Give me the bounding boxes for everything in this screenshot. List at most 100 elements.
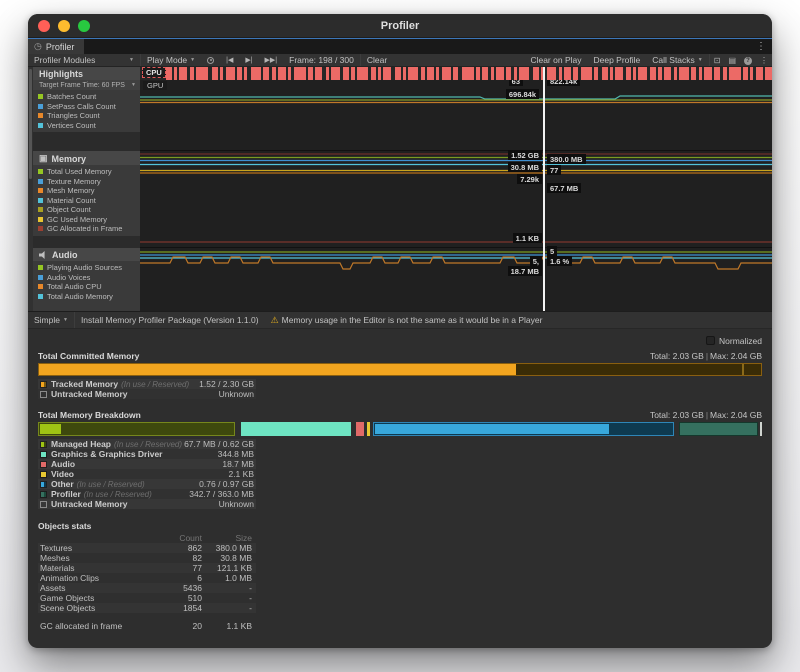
module-title: Audio (52, 250, 78, 260)
breakdown-title: Total Memory Breakdown (38, 410, 141, 420)
chart-value-label: 67.7 MB (547, 183, 581, 193)
series-color-chip (38, 179, 43, 184)
segment-graphics[interactable] (241, 422, 351, 436)
table-row: Textures862380.0 MB (38, 543, 256, 553)
series-color-chip (38, 294, 43, 299)
chart-value-label: 696.84k (506, 89, 539, 99)
gc-allocated-row: GC allocated in frame201.1 KB (38, 621, 256, 631)
normalized-label[interactable]: Normalized (719, 336, 762, 346)
legend-row: Profiler (In use / Reserved) 342.7 / 363… (38, 489, 256, 499)
audio-chip (40, 461, 47, 468)
profiler-chart[interactable]: CPU GPU 63 822.14k 696.84k 1.52 GB 380.0… (140, 67, 772, 311)
legend-item[interactable]: GC Allocated in Frame (38, 224, 140, 234)
module-audio[interactable]: Audio Playing Audio Sources Audio Voices… (33, 248, 140, 311)
chart-series-lines (140, 67, 772, 311)
chart-value-label: 30.8 MB (508, 162, 542, 172)
series-color-chip (38, 284, 43, 289)
deep-profile-toggle[interactable]: Deep Profile (587, 54, 646, 66)
gpu-track-label[interactable]: GPU (143, 81, 167, 90)
warning-icon: ⚠ (271, 315, 279, 326)
segment-managed-heap[interactable] (38, 422, 235, 436)
chart-area: Highlights Target Frame Time: 60 FPS ▼ B… (28, 67, 772, 311)
clear-button[interactable]: Clear (361, 54, 393, 66)
profiler-modules-dropdown[interactable]: Profiler Modules ▼ (28, 54, 140, 66)
clear-on-play-toggle[interactable]: Clear on Play (524, 54, 587, 66)
memory-detail-toolbar: Simple ▼ Install Memory Profiler Package… (28, 311, 772, 329)
series-color-chip (38, 226, 43, 231)
breakdown-totals: Total: 2.03 GB|Max: 2.04 GB (650, 410, 762, 420)
tab-label: Profiler (46, 42, 75, 52)
legend-item[interactable]: Triangles Count (38, 111, 140, 121)
legend-item[interactable]: Texture Memory (38, 177, 140, 187)
breakdown-legend: Managed Heap (In use / Reserved) 67.7 MB… (38, 439, 256, 509)
legend-item[interactable]: Vertices Count (38, 121, 140, 131)
segment-video[interactable] (367, 422, 370, 436)
install-memory-profiler-button[interactable]: Install Memory Profiler Package (Version… (75, 312, 265, 328)
cpu-frame-strip[interactable] (140, 67, 772, 80)
series-color-chip (38, 123, 43, 128)
profiler-window: Profiler ◷ Profiler ⋮ Profiler Modules ▼… (28, 14, 772, 648)
frame-playhead[interactable] (543, 67, 545, 311)
audio-module-icon (39, 251, 48, 259)
chart-value-label: 18.7 MB (508, 266, 542, 276)
legend-item[interactable]: SetPass Calls Count (38, 102, 140, 112)
play-mode-dropdown[interactable]: Play Mode ▼ (141, 54, 201, 66)
normalized-checkbox[interactable] (706, 336, 715, 345)
module-highlights[interactable]: Highlights Target Frame Time: 60 FPS ▼ B… (33, 67, 140, 132)
segment-other[interactable] (373, 422, 674, 436)
segment-profiler[interactable] (679, 422, 757, 436)
segment-audio[interactable] (356, 422, 364, 436)
legend-row: Untracked Memory Unknown (38, 389, 256, 399)
cpu-track-label[interactable]: CPU (142, 67, 166, 78)
legend-item[interactable]: Audio Voices (38, 273, 140, 283)
help-icon[interactable]: ? (740, 55, 756, 65)
legend-item[interactable]: Total Audio CPU (38, 282, 140, 292)
legend-item[interactable]: GC Used Memory (38, 215, 140, 225)
managed-heap-chip (40, 441, 47, 448)
profiler-toolbar: Profiler Modules ▼ Play Mode ▼ |◀ ▶| ▶▶|… (28, 54, 772, 67)
target-frame-time-dropdown[interactable]: Target Frame Time: 60 FPS ▼ (33, 80, 140, 90)
series-color-chip (38, 265, 43, 270)
call-stacks-dropdown[interactable]: Call Stacks ▼ (646, 54, 708, 66)
committed-title: Total Committed Memory (38, 351, 139, 361)
tab-menu-icon[interactable]: ⋮ (756, 41, 766, 52)
series-color-chip (38, 94, 43, 99)
series-color-chip (38, 169, 43, 174)
legend-item[interactable]: Total Audio Memory (38, 292, 140, 302)
track-separator (140, 247, 772, 248)
load-profile-icon[interactable]: ⊡ (710, 56, 725, 65)
legend-item[interactable]: Total Used Memory (38, 167, 140, 177)
record-icon (207, 57, 214, 64)
legend-item[interactable]: Material Count (38, 196, 140, 206)
other-chip (40, 481, 47, 488)
legend-item[interactable]: Object Count (38, 205, 140, 215)
detail-mode-dropdown[interactable]: Simple ▼ (28, 312, 74, 328)
module-memory[interactable]: ▣Memory Total Used Memory Texture Memory… (33, 151, 140, 236)
committed-memory-bar[interactable] (38, 363, 762, 376)
legend-item[interactable]: Mesh Memory (38, 186, 140, 196)
chart-value-label: 7.29k (517, 174, 542, 184)
editor-memory-warning: Memory usage in the Editor is not the sa… (282, 315, 543, 325)
module-title: Memory (52, 154, 87, 164)
toolbar-menu-icon[interactable]: ⋮ (756, 56, 772, 65)
legend-item[interactable]: Playing Audio Sources (38, 263, 140, 273)
chevron-down-icon: ▼ (698, 57, 703, 63)
series-color-chip (38, 275, 43, 280)
graphics-chip (40, 451, 47, 458)
current-frame-button[interactable]: ▶▶| (259, 54, 284, 66)
previous-frame-button[interactable]: |◀ (220, 54, 239, 66)
record-button[interactable] (201, 54, 220, 66)
memory-breakdown-bar[interactable] (38, 422, 762, 436)
tab-profiler[interactable]: ◷ Profiler (28, 39, 84, 54)
series-color-chip (38, 217, 43, 222)
chevron-down-icon: ▼ (190, 57, 195, 63)
committed-totals: Total: 2.03 GB|Max: 2.04 GB (650, 351, 762, 361)
next-frame-button[interactable]: ▶| (239, 54, 258, 66)
objects-stats-title: Objects stats (38, 521, 762, 533)
legend-row: Other (In use / Reserved) 0.76 / 0.97 GB (38, 479, 256, 489)
save-profile-icon[interactable]: ▤ (724, 56, 740, 65)
series-color-chip (38, 113, 43, 118)
module-title: Highlights (39, 69, 83, 79)
series-color-chip (38, 207, 43, 212)
legend-item[interactable]: Batches Count (38, 92, 140, 102)
